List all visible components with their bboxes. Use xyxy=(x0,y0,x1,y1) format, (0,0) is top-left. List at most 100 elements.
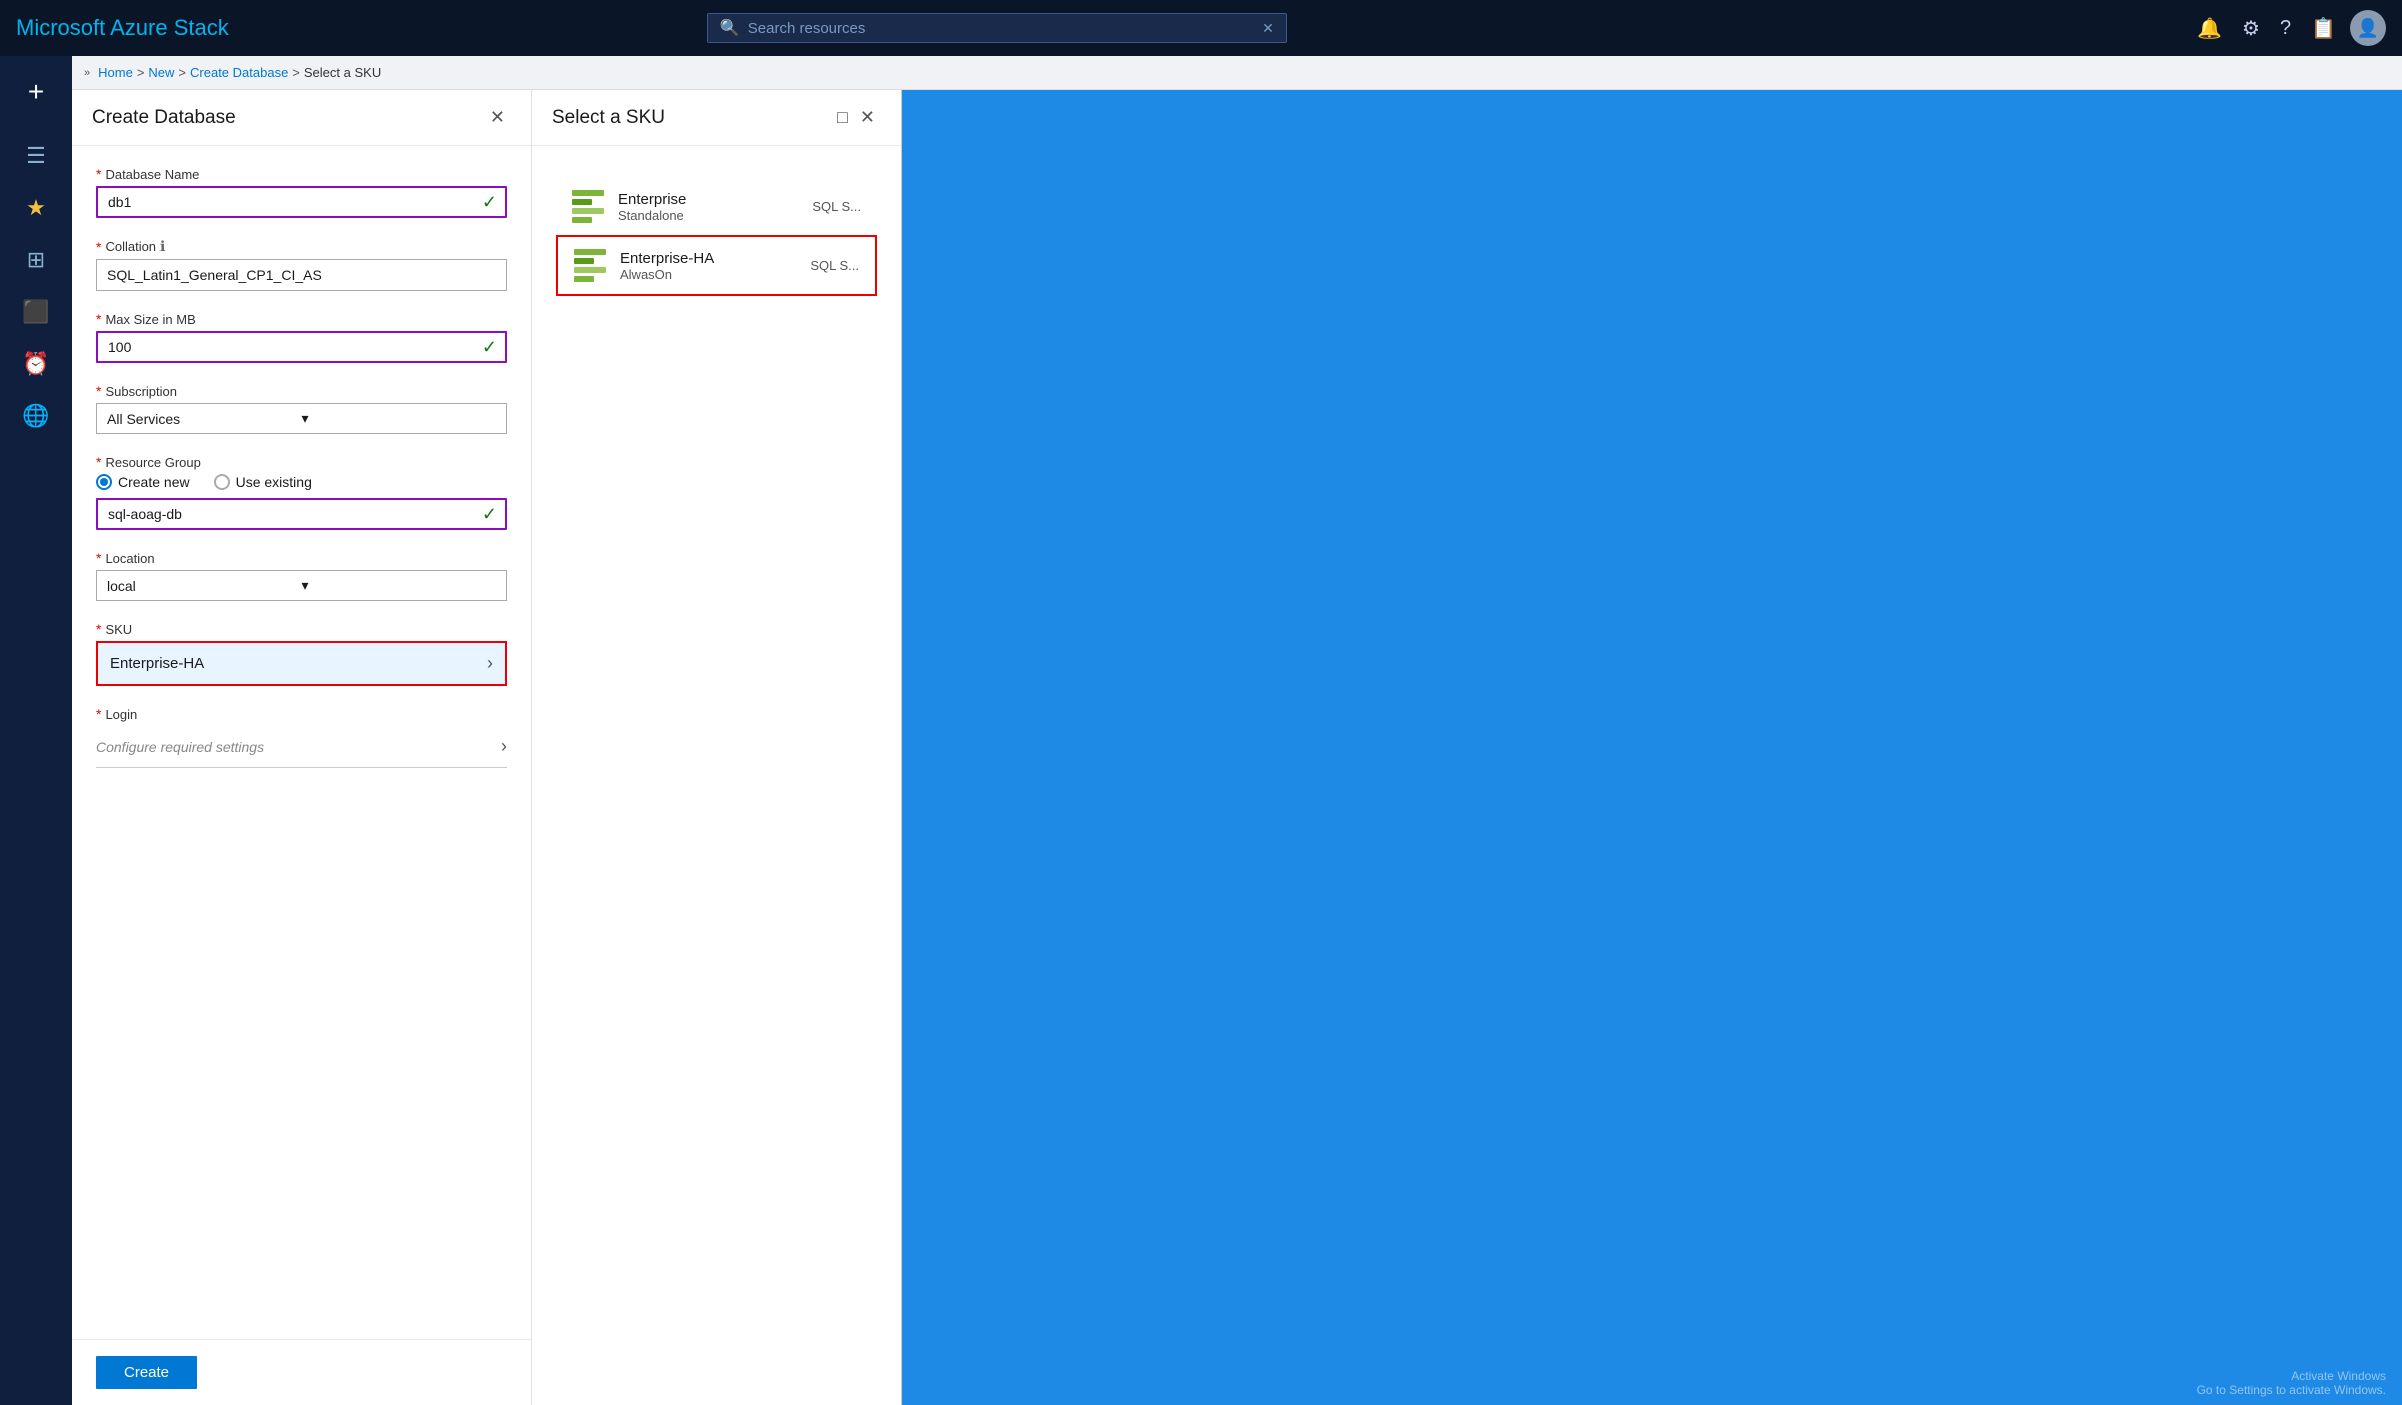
search-input[interactable] xyxy=(748,20,1254,37)
sidebar: + ☰ ★ ⊞ ⬛ ⏰ 🌐 xyxy=(0,56,72,1405)
database-name-field: * Database Name ✓ xyxy=(96,166,507,218)
notifications-icon[interactable]: 🔔 xyxy=(2191,10,2228,47)
resource-group-field: * Resource Group Create new Use existing xyxy=(96,454,507,530)
create-new-radio[interactable]: Create new xyxy=(96,474,190,490)
sku-enterprise-type: SQL S... xyxy=(812,199,861,214)
location-dropdown-arrow: ▾ xyxy=(302,577,497,594)
sku-enterprise-item[interactable]: Enterprise Standalone SQL S... xyxy=(556,178,877,235)
sku-ha-icon-bar-3 xyxy=(574,267,606,273)
search-icon: 🔍 xyxy=(720,18,740,38)
watermark: Activate Windows Go to Settings to activ… xyxy=(2197,1369,2386,1397)
sku-ha-icon-bar-2 xyxy=(574,258,594,264)
sku-enterprise-name: Enterprise xyxy=(618,191,798,208)
sku-panel-close-button[interactable]: ✕ xyxy=(854,103,881,132)
create-panel-header: Create Database ✕ xyxy=(72,90,531,146)
resource-group-check-icon: ✓ xyxy=(474,504,505,525)
location-label: * Location xyxy=(96,550,507,566)
cube-icon: ⬛ xyxy=(22,299,49,325)
sku-chevron-icon: › xyxy=(487,653,493,674)
sidebar-add-button[interactable]: + xyxy=(8,64,64,120)
create-button[interactable]: Create xyxy=(96,1356,197,1389)
sku-enterprise-ha-type: SQL S... xyxy=(810,258,859,273)
resource-group-input[interactable] xyxy=(98,500,474,528)
create-panel-close-button[interactable]: ✕ xyxy=(484,103,511,132)
search-bar[interactable]: 🔍 ✕ xyxy=(707,13,1287,43)
sku-enterprise-ha-sub: AlwasOn xyxy=(620,267,796,282)
collation-field: * Collation ℹ xyxy=(96,238,507,291)
sidebar-item-menu[interactable]: ☰ xyxy=(8,132,64,180)
create-new-radio-circle xyxy=(96,474,112,490)
breadcrumb-create-database[interactable]: Create Database xyxy=(190,65,288,80)
select-sku-panel: Select a SKU □ ✕ xyxy=(532,90,902,1405)
collation-input[interactable] xyxy=(96,259,507,291)
clock-icon: ⏰ xyxy=(22,351,49,377)
sku-panel-minimize-button[interactable]: □ xyxy=(831,103,854,132)
database-name-label: * Database Name xyxy=(96,166,507,182)
required-star-3: * xyxy=(96,311,101,327)
use-existing-radio[interactable]: Use existing xyxy=(214,474,312,490)
required-star-4: * xyxy=(96,383,101,399)
login-labels: Configure required settings xyxy=(96,739,501,755)
sku-ha-icon-bar-4 xyxy=(574,276,594,282)
topbar: Microsoft Azure Stack 🔍 ✕ 🔔 ⚙ ? 📋 👤 xyxy=(0,0,2402,56)
sku-icon-bar-3 xyxy=(572,208,604,214)
sku-icon-bar-4 xyxy=(572,217,592,223)
globe-icon: 🌐 xyxy=(22,403,49,429)
sku-panel-header: Select a SKU □ ✕ xyxy=(532,90,901,146)
add-icon: + xyxy=(28,76,44,108)
sku-selected-value: Enterprise-HA xyxy=(110,655,487,672)
login-selector[interactable]: Configure required settings › xyxy=(96,726,507,768)
sku-ha-icon-bar-1 xyxy=(574,249,606,255)
collation-info-icon[interactable]: ℹ xyxy=(160,238,165,255)
collation-label: * Collation ℹ xyxy=(96,238,507,255)
breadcrumb-new[interactable]: New xyxy=(148,65,174,80)
max-size-field: * Max Size in MB ✓ xyxy=(96,311,507,363)
sidebar-item-recent[interactable]: ⏰ xyxy=(8,340,64,388)
create-panel-title: Create Database xyxy=(92,107,484,129)
settings-icon[interactable]: ⚙ xyxy=(2236,10,2266,47)
sidebar-item-globe[interactable]: 🌐 xyxy=(8,392,64,440)
panels-container: Create Database ✕ * Database Name ✓ xyxy=(72,90,2402,1405)
feedback-icon[interactable]: 📋 xyxy=(2305,10,2342,47)
required-star-7: * xyxy=(96,621,101,637)
content-area: » Home > New > Create Database > Select … xyxy=(72,56,2402,1405)
subscription-dropdown-arrow: ▾ xyxy=(302,410,497,427)
login-chevron-icon: › xyxy=(501,736,507,757)
help-icon[interactable]: ? xyxy=(2274,11,2297,46)
database-name-input-row: ✓ xyxy=(96,186,507,218)
sku-list: Enterprise Standalone SQL S... xyxy=(556,166,877,308)
sku-label: * SKU xyxy=(96,621,507,637)
use-existing-radio-circle xyxy=(214,474,230,490)
required-star-5: * xyxy=(96,454,101,470)
max-size-input[interactable] xyxy=(98,333,474,361)
right-background: Activate Windows Go to Settings to activ… xyxy=(902,90,2402,1405)
subscription-field: * Subscription All Services ▾ xyxy=(96,383,507,434)
sku-enterprise-ha-item[interactable]: Enterprise-HA AlwasOn SQL S... xyxy=(556,235,877,296)
sidebar-item-favorites[interactable]: ★ xyxy=(8,184,64,232)
breadcrumb-home[interactable]: Home xyxy=(98,65,133,80)
sku-panel-title: Select a SKU xyxy=(552,107,831,129)
resource-group-radio-group: Create new Use existing xyxy=(96,474,507,490)
sku-enterprise-ha-info: Enterprise-HA AlwasOn xyxy=(620,250,796,282)
topbar-icons: 🔔 ⚙ ? 📋 👤 xyxy=(2191,10,2386,47)
subscription-label: * Subscription xyxy=(96,383,507,399)
location-dropdown[interactable]: local ▾ xyxy=(96,570,507,601)
sku-panel-body: Enterprise Standalone SQL S... xyxy=(532,146,901,1405)
app-title: Microsoft Azure Stack xyxy=(16,15,229,41)
subscription-value: All Services xyxy=(107,411,302,427)
sku-enterprise-ha-icon xyxy=(574,249,606,282)
search-close-icon[interactable]: ✕ xyxy=(1262,20,1274,37)
avatar[interactable]: 👤 xyxy=(2350,10,2386,46)
database-name-check-icon: ✓ xyxy=(474,192,505,213)
subscription-dropdown[interactable]: All Services ▾ xyxy=(96,403,507,434)
sku-field-labels: Enterprise-HA xyxy=(110,655,487,672)
database-name-input[interactable] xyxy=(98,188,474,216)
location-field: * Location local ▾ xyxy=(96,550,507,601)
login-placeholder: Configure required settings xyxy=(96,739,501,755)
required-star-2: * xyxy=(96,239,101,255)
sidebar-item-all-resources[interactable]: ⬛ xyxy=(8,288,64,336)
sidebar-item-dashboard[interactable]: ⊞ xyxy=(8,236,64,284)
location-value: local xyxy=(107,578,302,594)
resource-group-label: * Resource Group xyxy=(96,454,507,470)
sku-selector[interactable]: Enterprise-HA › xyxy=(96,641,507,686)
